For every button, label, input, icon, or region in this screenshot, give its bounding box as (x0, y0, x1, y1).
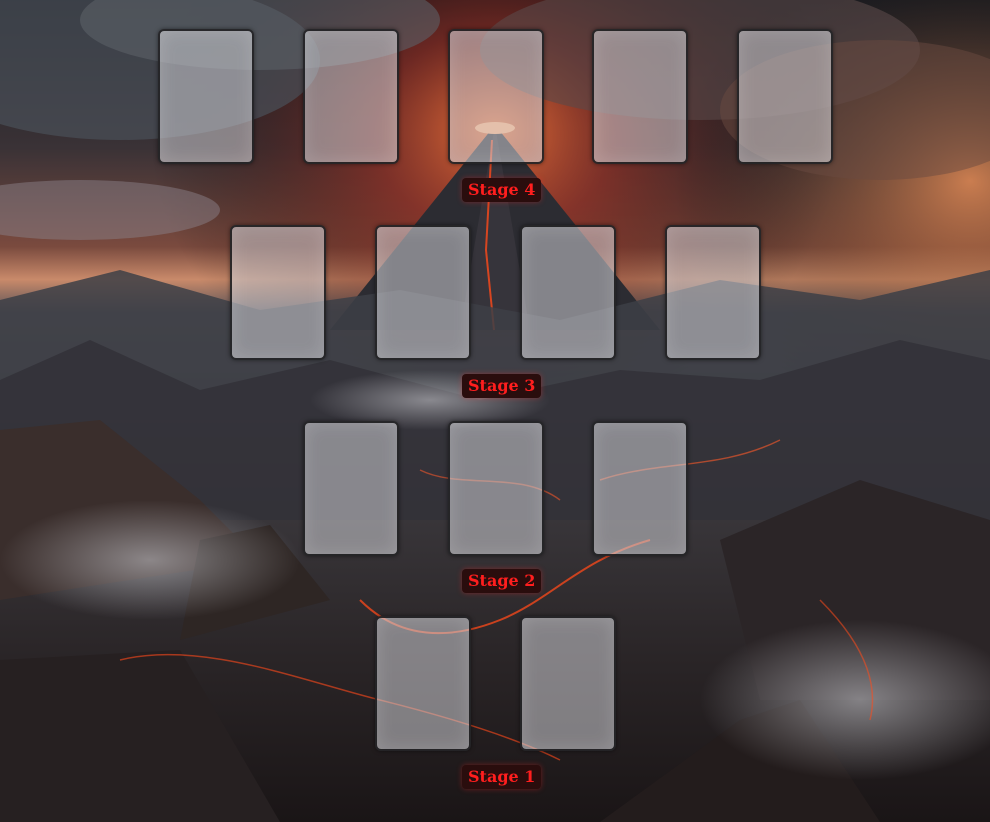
card-slot-stage1-1[interactable] (375, 616, 471, 751)
card-slot-stage3-4[interactable] (665, 225, 761, 360)
stage-1-label: Stage 1 (462, 765, 542, 789)
card-slot-stage4-4[interactable] (592, 29, 688, 164)
card-slot-stage4-3[interactable] (448, 29, 544, 164)
card-slot-stage4-1[interactable] (158, 29, 254, 164)
stage-4-label: Stage 4 (462, 178, 542, 202)
stage-2-label: Stage 2 (462, 569, 542, 593)
card-slot-stage4-2[interactable] (303, 29, 399, 164)
card-slot-stage2-2[interactable] (448, 421, 544, 556)
pyramid-card-board: Stage 4 Stage 3 Stage 2 Stage 1 (0, 0, 990, 822)
card-slot-stage2-1[interactable] (303, 421, 399, 556)
card-slot-stage3-3[interactable] (520, 225, 616, 360)
card-slot-stage1-2[interactable] (520, 616, 616, 751)
card-slot-stage3-2[interactable] (375, 225, 471, 360)
card-slot-stage3-1[interactable] (230, 225, 326, 360)
card-slot-stage2-3[interactable] (592, 421, 688, 556)
stage-3-label: Stage 3 (462, 374, 542, 398)
card-slot-stage4-5[interactable] (737, 29, 833, 164)
